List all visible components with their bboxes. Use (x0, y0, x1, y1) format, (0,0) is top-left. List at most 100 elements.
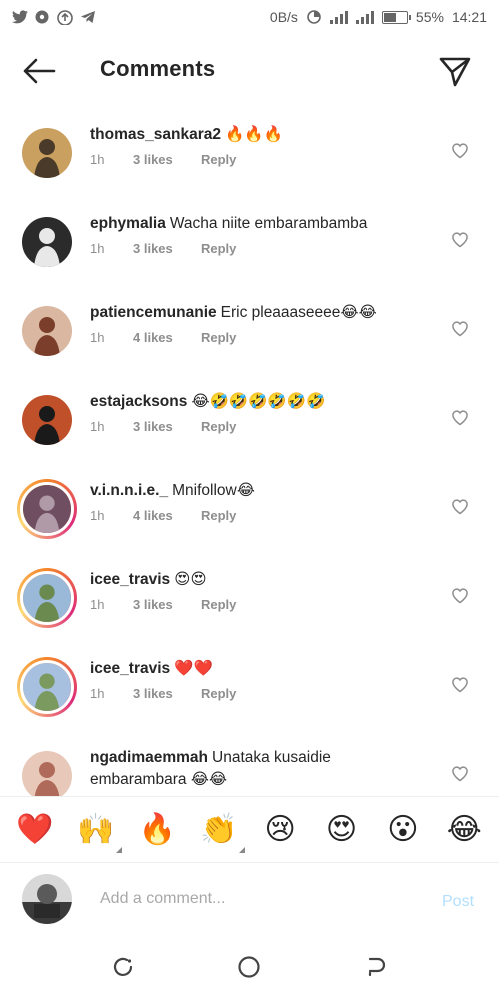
fire-emoji[interactable]: 🔥 (135, 812, 179, 846)
system-back-button[interactable] (361, 952, 391, 982)
comment-row[interactable]: patiencemunanie Eric pleaaaseeee😂😂 1h 4 lik… (0, 288, 499, 377)
comment-row[interactable]: ngadimaemmah Unataka kusaidie embarambara… (0, 733, 499, 796)
signal-icon-1 (329, 10, 348, 24)
raising-hands-emoji[interactable]: 🙌 (74, 812, 123, 853)
comment-text: icee_travis 😍😍 (90, 569, 420, 591)
signal-icon-2 (355, 10, 374, 24)
comment-row[interactable]: icee_travis ❤️❤️ 1h 3 likes Reply (0, 644, 499, 733)
comment-row[interactable]: estajacksons 😂🤣🤣🤣🤣🤣🤣 1h 3 likes Reply (0, 377, 499, 466)
comment-username[interactable]: ngadimaemmah (90, 749, 208, 766)
reply-button[interactable]: Reply (201, 597, 236, 612)
reply-button[interactable]: Reply (201, 508, 236, 523)
comment-username[interactable]: thomas_sankara2 (90, 126, 221, 143)
comment-message: 🔥🔥🔥 (224, 126, 283, 143)
comment-input[interactable] (100, 885, 420, 913)
like-comment-button[interactable] (450, 763, 470, 783)
post-button[interactable]: Post (442, 893, 474, 911)
comment-body: estajacksons 😂🤣🤣🤣🤣🤣🤣 1h 3 likes Reply (90, 391, 420, 434)
comment-meta: 1h 4 likes Reply (90, 508, 420, 523)
avatar-with-story-ring[interactable] (17, 479, 77, 539)
comment-username[interactable]: estajacksons (90, 393, 187, 410)
status-bar: 0B/s 55% 14:21 (0, 0, 499, 34)
tears-of-joy-emoji[interactable]: 😂 (442, 812, 486, 846)
comments-list[interactable]: thomas_sankara2 🔥🔥🔥 1h 3 likes Reply ephymali… (0, 110, 499, 796)
comment-meta: 1h 4 likes Reply (90, 330, 420, 345)
like-comment-button[interactable] (450, 585, 470, 605)
share-button[interactable] (438, 54, 472, 88)
like-comment-button[interactable] (450, 229, 470, 249)
comment-text: ephymalia Wacha niite embarambamba (90, 213, 420, 235)
comment-row[interactable]: thomas_sankara2 🔥🔥🔥 1h 3 likes Reply (0, 110, 499, 199)
like-comment-button[interactable] (450, 318, 470, 338)
comment-likes[interactable]: 3 likes (133, 152, 201, 167)
comment-username[interactable]: ephymalia (90, 215, 166, 232)
comment-username[interactable]: icee_travis (90, 660, 170, 677)
like-comment-button[interactable] (450, 674, 470, 694)
heart-outline-icon (452, 143, 468, 159)
recent-apps-icon (114, 957, 133, 976)
comment-body: ngadimaemmah Unataka kusaidie embarambara… (90, 747, 420, 791)
avatar-image (22, 395, 72, 445)
emoji-reaction-bar: ❤️ 🙌 🔥 👏 😢 😍 😮 😂 (0, 796, 499, 862)
comment-username[interactable]: icee_travis (90, 571, 170, 588)
comment-body: icee_travis 😍😍 1h 3 likes Reply (90, 569, 420, 612)
avatar-with-story-ring[interactable] (17, 657, 77, 717)
reply-button[interactable]: Reply (201, 330, 236, 345)
battery-icon (381, 10, 411, 24)
avatar[interactable] (22, 128, 72, 178)
status-left-icons (12, 9, 96, 25)
crying-face-emoji[interactable]: 😢 (258, 814, 302, 845)
comment-message: Eric pleaaaseeee😂😂 (220, 304, 377, 321)
comment-time: 1h (90, 686, 105, 701)
back-button[interactable] (22, 56, 56, 86)
like-comment-button[interactable] (450, 496, 470, 516)
emoji-glyph: 👏 (200, 812, 238, 846)
heart-outline-icon (452, 410, 468, 426)
messenger-icon (34, 9, 50, 25)
clapping-hands-emoji[interactable]: 👏 (197, 812, 245, 853)
avatar[interactable] (22, 217, 72, 267)
header: Comments (0, 34, 499, 110)
comment-username[interactable]: patiencemunanie (90, 304, 217, 321)
comment-message: 😍😍 (174, 571, 207, 588)
comment-meta: 1h 3 likes Reply (90, 152, 420, 167)
cloud-upload-icon (56, 9, 74, 25)
surprised-face-emoji[interactable]: 😮 (381, 814, 425, 845)
emoji-glyph: 🔥 (138, 812, 177, 846)
comment-likes[interactable]: 4 likes (133, 508, 201, 523)
like-comment-button[interactable] (450, 407, 470, 427)
comment-likes[interactable]: 4 likes (133, 330, 201, 345)
comment-row[interactable]: icee_travis 😍😍 1h 3 likes Reply (0, 555, 499, 644)
heart-eyes-emoji[interactable]: 😍 (320, 812, 364, 846)
comment-row[interactable]: v.i.n.n.i.e._ Mnifollow😂 1h 4 likes Reply (0, 466, 499, 555)
heart-outline-icon (452, 588, 468, 604)
like-comment-button[interactable] (450, 140, 470, 160)
emoji-glyph: 😍 (325, 812, 358, 846)
reply-button[interactable]: Reply (201, 686, 236, 701)
comment-username[interactable]: v.i.n.n.i.e._ (90, 482, 168, 499)
comment-row[interactable]: ephymalia Wacha niite embarambamba 1h 3 lik… (0, 199, 499, 288)
avatar[interactable] (22, 751, 72, 796)
reply-button[interactable]: Reply (201, 152, 236, 167)
red-heart-emoji[interactable]: ❤️ (13, 814, 57, 845)
emoji-glyph: 🙌 (77, 812, 115, 846)
page-title: Comments (100, 56, 216, 81)
avatar[interactable] (22, 306, 72, 356)
comment-likes[interactable]: 3 likes (133, 597, 201, 612)
avatar-with-story-ring[interactable] (17, 568, 77, 628)
comment-meta: 1h 3 likes Reply (90, 597, 420, 612)
comment-time: 1h (90, 241, 105, 256)
comment-likes[interactable]: 3 likes (133, 419, 201, 434)
avatar[interactable] (22, 395, 72, 445)
home-icon (238, 955, 261, 978)
comment-likes[interactable]: 3 likes (133, 241, 201, 256)
comment-message: 😂🤣🤣🤣🤣🤣🤣 (191, 393, 326, 410)
home-button[interactable] (234, 952, 264, 982)
comment-likes[interactable]: 3 likes (133, 686, 201, 701)
recent-apps-button[interactable] (108, 952, 138, 982)
reply-button[interactable]: Reply (201, 241, 236, 256)
reply-button[interactable]: Reply (201, 419, 236, 434)
emoji-glyph: 😂 (446, 812, 482, 846)
system-nav-bar (0, 934, 499, 999)
comment-time: 1h (90, 597, 105, 612)
